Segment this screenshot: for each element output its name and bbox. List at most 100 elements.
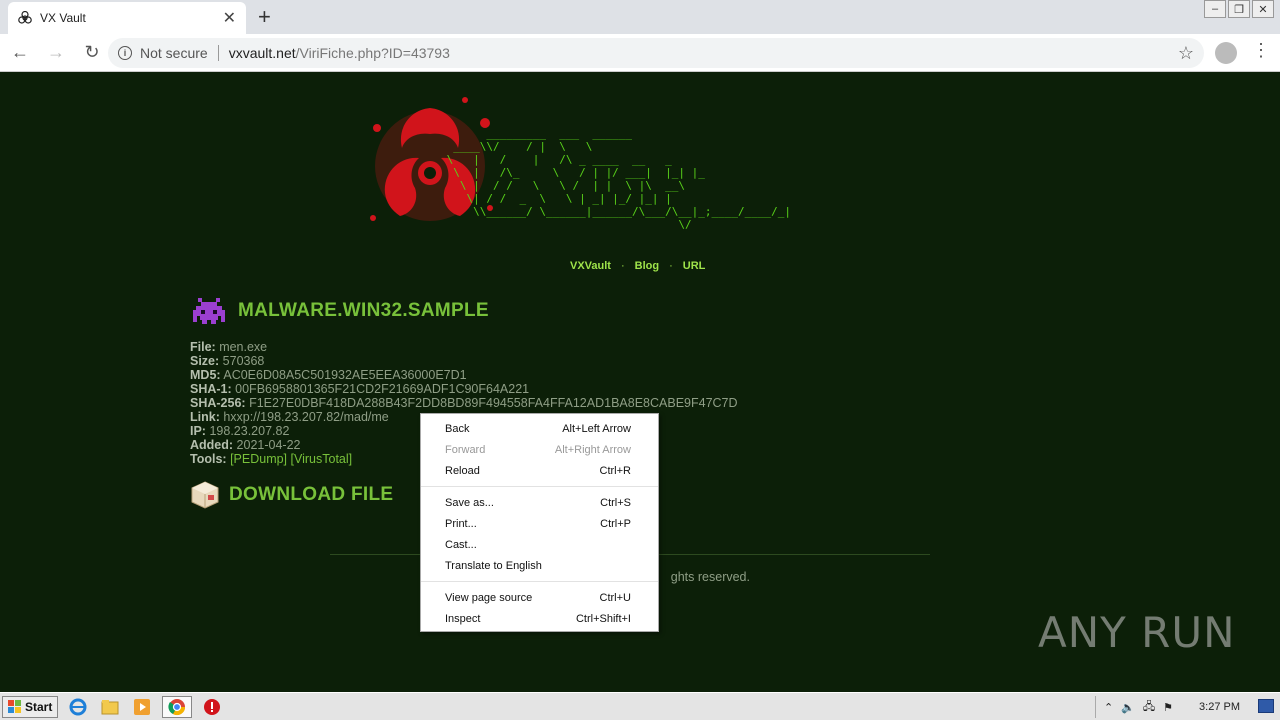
pedump-link[interactable]: [PEDump] [230,452,287,466]
space-invader-icon [193,298,225,324]
meta-label: Added: [190,438,234,452]
ctx-label: View page source [445,591,533,604]
url-host: vxvault.net [228,45,296,61]
windows-logo-icon [8,699,21,713]
show-desktop-button[interactable] [1258,699,1274,713]
nav-link-vxvault[interactable]: VXVault [570,260,611,272]
anyrun-watermark: ANY RUN [1038,608,1236,657]
meta-value: 198.23.207.82 [209,424,290,438]
ctx-label: Cast... [445,538,477,551]
start-button[interactable]: Start [2,695,59,718]
system-tray: ⌃ 🔈 🖧 ⚑ 3:27 PM [1094,693,1280,720]
ctx-save-as[interactable]: Save as... Ctrl+S [421,492,658,513]
meta-value: 570368 [222,354,265,368]
ctx-reload[interactable]: Reload Ctrl+R [421,460,658,481]
tab-title: VX Vault [40,11,86,25]
start-label: Start [25,699,53,714]
meta-sha1: SHA-1: 00FB6958801365F21CD2F21669ADF1C90… [190,382,738,396]
ctx-label: Reload [445,464,480,477]
ctx-cast[interactable]: Cast... [421,534,658,555]
ctx-label: Inspect [445,612,481,625]
action-center-flag-icon[interactable]: ⚑ [1163,701,1173,714]
ctx-label: Print... [445,517,477,530]
ctx-shortcut: Ctrl+P [600,517,631,530]
close-tab-icon[interactable]: ✕ [223,8,236,28]
ctx-shortcut: Ctrl+R [599,464,631,477]
chrome-taskbar-icon[interactable] [162,695,193,718]
back-arrow-icon[interactable]: ← [4,37,36,69]
internet-explorer-icon[interactable] [66,696,90,718]
ctx-shortcut: Alt+Left Arrow [562,422,631,435]
network-icon[interactable]: 🖧 [1143,698,1155,717]
browser-tab[interactable]: VX Vault ✕ [8,2,246,34]
tab-strip: VX Vault ✕ + – ❐ ✕ [0,0,1280,34]
profile-avatar-icon[interactable] [1215,42,1237,64]
restore-button[interactable]: ❐ [1228,0,1250,18]
ctx-label: Back [445,422,470,435]
url-path: /ViriFiche.php?ID=43793 [295,45,450,61]
biohazard-favicon-icon [18,11,32,24]
new-tab-button[interactable]: + [258,4,271,30]
ctx-shortcut: Ctrl+Shift+I [575,612,631,625]
info-icon[interactable]: i [118,46,132,60]
meta-label: Tools: [190,452,227,466]
nav-link-url[interactable]: URL [683,260,706,272]
clock[interactable]: 3:27 PM [1199,701,1240,713]
reload-icon[interactable]: ↻ [76,37,108,69]
file-explorer-icon[interactable] [98,696,122,718]
meta-value: 2021-04-22 [236,438,301,452]
stop-sign-icon[interactable] [200,696,224,718]
nav-separator: · [620,260,625,272]
minimize-button[interactable]: – [1204,0,1226,18]
ctx-shortcut: Alt+Right Arrow [554,443,631,456]
browser-toolbar: ← → ↻ i Not secure vxvault.net /ViriFich… [0,34,1280,72]
ctx-shortcut: Ctrl+U [599,591,631,604]
ctx-label: Save as... [445,496,494,509]
site-nav: VXVault · Blog · URL [570,260,705,272]
address-bar[interactable]: i Not secure vxvault.net /ViriFiche.php?… [108,38,1204,68]
meta-label: Link: [190,410,220,424]
meta-value: hxxp://198.23.207.82/mad/me [223,410,389,424]
meta-sha256: SHA-256: F1E27E0DBF418DA288B43F2DD8BD89F… [190,396,738,410]
omnibox-separator [217,45,219,61]
meta-value: AC0E6D08A5C501932AE5EEA36000E7D1 [223,368,467,382]
security-status: Not secure [140,45,208,61]
ctx-translate[interactable]: Translate to English [421,555,658,576]
nav-separator: · [669,260,673,272]
ctx-print[interactable]: Print... Ctrl+P [421,513,658,534]
meta-label: SHA-256: [190,396,246,410]
bookmark-star-icon[interactable]: ☆ [1178,43,1194,64]
meta-md5: MD5: AC0E6D08A5C501932AE5EEA36000E7D1 [190,368,738,382]
meta-label: File: [190,340,216,354]
download-file-link[interactable]: DOWNLOAD FILE [229,484,393,506]
meta-label: SHA-1: [190,382,232,396]
virustotal-link[interactable]: [VirusTotal] [291,452,353,466]
media-player-icon[interactable] [130,696,154,718]
ctx-view-source[interactable]: View page source Ctrl+U [421,587,658,608]
ascii-art-logo: _________ ___ ______ ____\\/ / | \ \ \ |… [446,127,791,231]
window-controls: – ❐ ✕ [1204,0,1274,18]
meta-size: Size: 570368 [190,354,738,368]
ctx-label: Translate to English [445,559,542,572]
close-window-button[interactable]: ✕ [1252,0,1274,18]
meta-value: F1E27E0DBF418DA288B43F2DD8BD89F494558FA4… [249,396,738,410]
meta-value: men.exe [219,340,268,354]
ctx-shortcut: Ctrl+S [600,496,631,509]
ctx-forward[interactable]: Forward Alt+Right Arrow [421,439,658,460]
ctx-label: Forward [445,443,486,456]
package-box-icon [191,481,219,509]
meta-value: 00FB6958801365F21CD2F21669ADF1C90F64A221 [235,382,530,396]
download-section: DOWNLOAD FILE [190,480,393,510]
ctx-inspect[interactable]: Inspect Ctrl+Shift+I [421,608,658,629]
forward-arrow-icon[interactable]: → [40,37,72,69]
volume-icon[interactable]: 🔈 [1121,701,1135,714]
kebab-menu-icon[interactable]: ⋮ [1252,40,1270,61]
context-menu: Back Alt+Left Arrow Forward Alt+Right Arro… [420,413,659,632]
meta-label: IP: [190,424,206,438]
ctx-separator [421,581,658,582]
tray-separator [1094,696,1096,718]
ctx-back[interactable]: Back Alt+Left Arrow [421,418,658,439]
show-hidden-icons-icon[interactable]: ⌃ [1104,701,1113,714]
meta-label: MD5: [190,368,221,382]
nav-link-blog[interactable]: Blog [635,260,659,272]
